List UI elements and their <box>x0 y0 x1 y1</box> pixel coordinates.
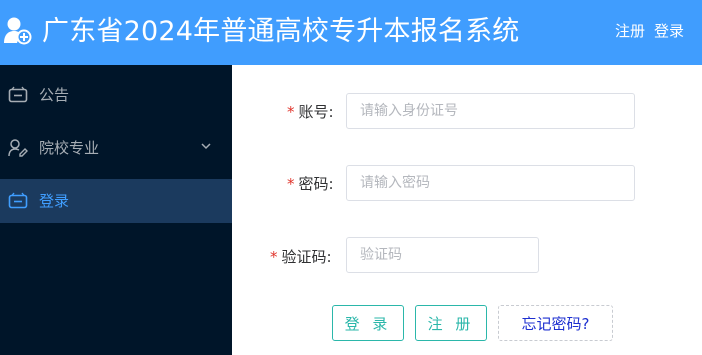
app-header: 广东省2024年普通高校专升本报名系统 注册 登录 <box>0 0 702 65</box>
captcha-label: * 验证码: <box>270 248 332 266</box>
chevron-down-icon <box>201 143 211 150</box>
app-title: 广东省2024年普通高校专升本报名系统 <box>42 16 520 47</box>
password-label: * 密码: <box>287 175 334 193</box>
sidebar: 公告 院校专业 登录 <box>0 65 232 355</box>
header-login-link[interactable]: 登录 <box>654 22 684 40</box>
sidebar-item-colleges[interactable]: 院校专业 <box>0 126 232 170</box>
sidebar-item-login[interactable]: 登录 <box>0 179 232 223</box>
required-mark: * <box>287 103 295 121</box>
account-input[interactable] <box>346 93 635 129</box>
header-links: 注册 登录 <box>615 21 684 41</box>
sidebar-item-label: 公告 <box>39 86 70 104</box>
required-mark: * <box>270 248 278 266</box>
required-mark: * <box>287 175 295 193</box>
password-input[interactable] <box>346 165 635 201</box>
captcha-input[interactable] <box>346 237 539 273</box>
notice-icon <box>8 86 28 103</box>
sidebar-item-notice[interactable]: 公告 <box>0 73 232 117</box>
account-label: * 账号: <box>287 103 334 121</box>
sidebar-item-label: 登录 <box>39 192 70 210</box>
sidebar-item-label: 院校专业 <box>39 139 100 157</box>
edit-user-icon <box>8 139 28 157</box>
login-button[interactable]: 登 录 <box>332 305 404 341</box>
register-button[interactable]: 注 册 <box>415 305 487 341</box>
user-add-icon <box>4 17 32 45</box>
header-register-link[interactable]: 注册 <box>615 22 645 40</box>
forgot-password-button[interactable]: 忘记密码? <box>498 305 613 341</box>
login-icon <box>8 192 28 209</box>
